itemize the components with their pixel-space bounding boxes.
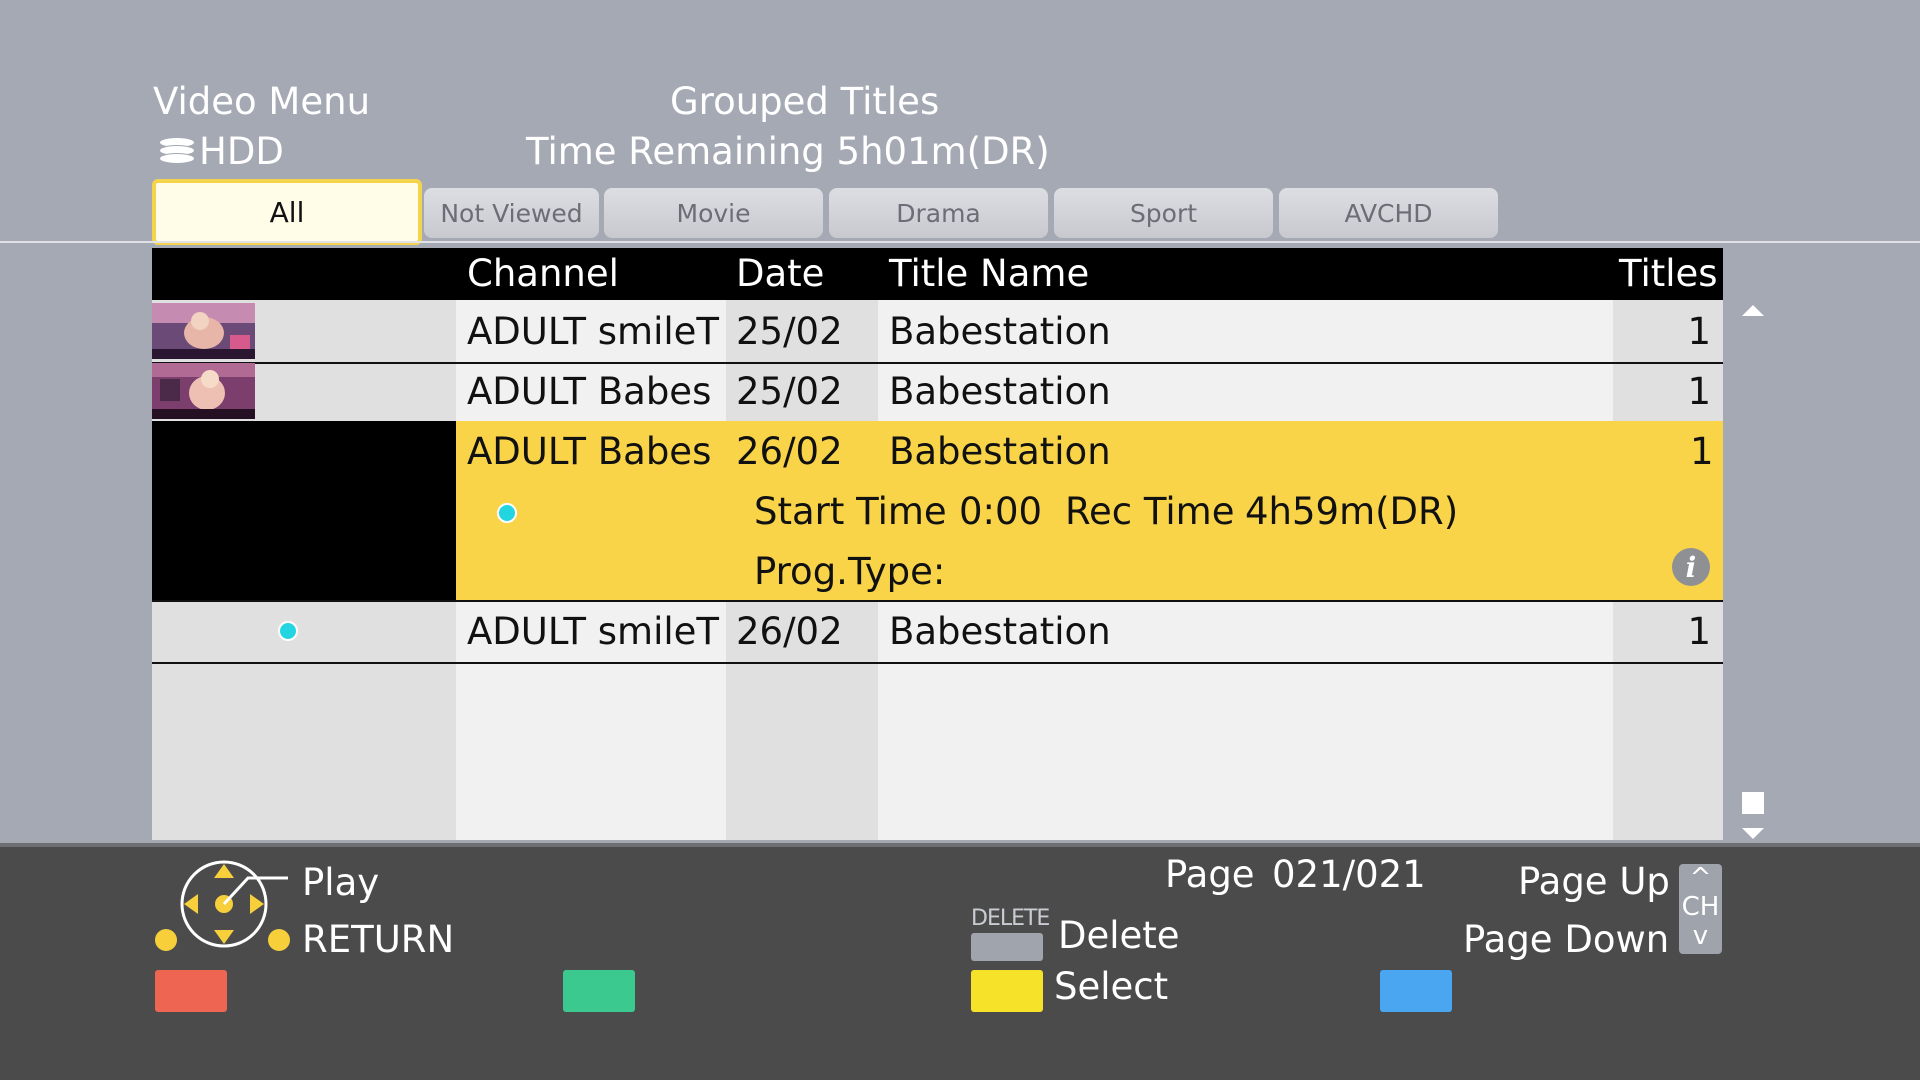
header-date: Date [736,252,825,295]
ch-down-glyph: v [1692,921,1709,951]
hdd-icon [159,137,195,167]
header-titles: Titles [1619,252,1718,295]
table-row[interactable]: ADULT Babes 25/02 Babestation 1 [152,362,1723,424]
delete-key-button[interactable] [971,933,1043,961]
return-label: RETURN [302,918,455,961]
blue-button[interactable] [1380,970,1452,1012]
new-recording-dot-icon [497,503,517,523]
date-cell: 26/02 [736,610,843,653]
channel-cell: ADULT Babes [467,430,712,473]
start-time-label: Start Time [754,490,947,533]
date-cell: 25/02 [736,310,843,353]
table-row[interactable]: ADULT smileT 25/02 Babestation 1 [152,302,1723,364]
scrollbar-thumb[interactable] [1742,792,1764,814]
rec-time-label: Rec Time [1065,490,1235,533]
time-remaining: Time Remaining 5h01m(DR) [526,130,1050,173]
menu-title: Video Menu [153,80,371,123]
title-cell: Babestation [889,370,1111,413]
tab-all[interactable]: All [152,179,422,245]
ch-up-glyph: ^ [1689,863,1712,893]
titles-count-cell: 1 [1687,610,1711,653]
title-cell: Babestation [889,610,1111,653]
title-cell: Babestation [889,310,1111,353]
page-value: 021/021 [1272,853,1426,896]
ch-label: CH [1681,892,1720,922]
header-divider [0,241,1920,243]
channel-cell: ADULT Babes [467,370,712,413]
dpad-left-dot-icon [155,929,177,951]
page-label: Page [1165,853,1255,896]
table-row[interactable]: ADULT smileT 26/02 Babestation 1 [152,602,1723,664]
scroll-up-arrow-icon[interactable] [1742,305,1764,316]
tab-not-viewed[interactable]: Not Viewed [424,188,599,238]
tab-movie[interactable]: Movie [604,188,823,238]
rec-time-value: 4h59m(DR) [1245,490,1459,533]
tab-avchd[interactable]: AVCHD [1279,188,1498,238]
play-label: Play [302,861,380,904]
new-recording-dot-icon [278,621,298,641]
prog-type-label: Prog.Type: [754,550,946,593]
yellow-button[interactable] [971,970,1043,1012]
channel-cell: ADULT smileT [467,610,720,653]
title-cell: Babestation [889,430,1111,473]
channel-key-icon[interactable]: ^ CH v [1679,864,1722,954]
recording-thumbnail [152,303,255,359]
tab-sport[interactable]: Sport [1054,188,1273,238]
titles-count-cell: 1 [1687,310,1711,353]
return-dot-icon [268,929,290,951]
view-title: Grouped Titles [670,80,940,123]
recording-thumbnail [152,363,255,419]
drive-label: HDD [199,130,284,173]
date-cell: 26/02 [736,430,843,473]
select-label: Select [1054,965,1169,1008]
page-down-label: Page Down [1463,918,1670,961]
green-button[interactable] [563,970,635,1012]
selected-preview [152,421,456,601]
start-time-value: 0:00 [959,490,1043,533]
info-icon[interactable]: i [1672,548,1710,586]
channel-cell: ADULT smileT [467,310,720,353]
drive-indicator: HDD [159,130,284,173]
header-channel: Channel [467,252,619,295]
header-title-name: Title Name [889,252,1090,295]
date-cell: 25/02 [736,370,843,413]
titles-count-cell: 1 [1687,370,1711,413]
titles-count-cell: 1 [1690,430,1714,473]
dpad-icon [178,858,288,950]
tab-drama[interactable]: Drama [829,188,1048,238]
red-button[interactable] [155,970,227,1012]
delete-key-label: DELETE [971,906,1050,931]
delete-label: Delete [1058,914,1180,957]
scroll-down-arrow-icon[interactable] [1742,828,1764,839]
page-up-label: Page Up [1518,860,1670,903]
